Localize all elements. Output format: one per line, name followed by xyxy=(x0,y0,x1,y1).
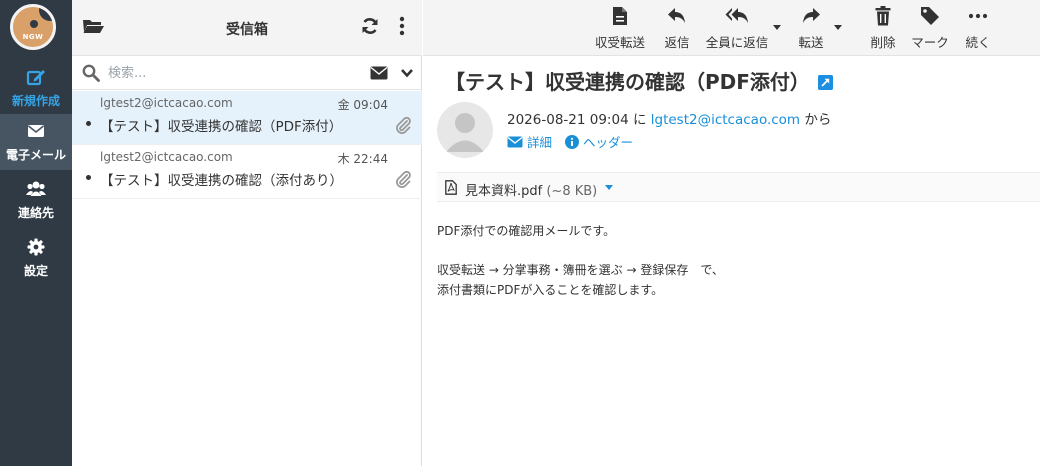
more-horizontal-icon xyxy=(968,13,988,19)
message-date-full: 2026-08-21 09:04 xyxy=(507,112,629,128)
message-row[interactable]: lgtest2@ictcacao.com 木 22:44 【テスト】収受連携の確… xyxy=(72,145,422,199)
envelope-icon xyxy=(507,136,523,148)
reply-label: 返信 xyxy=(664,35,690,50)
message-subject-heading: 【テスト】収受連携の確認（PDF添付） xyxy=(445,70,810,94)
sender-avatar xyxy=(437,102,493,158)
attachment-dropdown-caret-icon[interactable] xyxy=(605,185,613,191)
logo-text: NGW xyxy=(22,33,44,41)
unread-bullet xyxy=(86,175,91,180)
message-subject: 【テスト】収受連携の確認（添付あり） xyxy=(100,173,343,189)
delete-button[interactable]: 削除 xyxy=(867,6,899,50)
mail-icon xyxy=(28,125,44,137)
more-actions-button[interactable]: 続く xyxy=(961,6,995,50)
more-vertical-icon[interactable] xyxy=(394,16,410,36)
message-subject: 【テスト】収受連携の確認（PDF添付） xyxy=(100,119,343,135)
message-date: 金 09:04 xyxy=(337,98,388,112)
nav-settings[interactable]: 設定 xyxy=(0,230,72,286)
reply-all-icon xyxy=(725,8,748,23)
message-toolbar: 収受転送 返信 全員に返信 転送 削除 マーク 続く xyxy=(423,0,1040,56)
forward-dropdown-caret-icon[interactable] xyxy=(834,25,842,31)
sender-email-link[interactable]: lgtest2@ictcacao.com xyxy=(651,112,800,128)
message-list-panel: 受信箱 lgtest2@ictcacao.com 金 09:04 【テスト】収受… xyxy=(72,0,422,466)
mark-button[interactable]: マーク xyxy=(909,6,951,50)
message-sender: lgtest2@ictcacao.com xyxy=(100,96,233,110)
info-icon xyxy=(565,135,579,149)
attachment-size: (~8 KB) xyxy=(546,184,598,199)
paperclip-icon xyxy=(396,116,411,134)
app-logo[interactable]: NGW xyxy=(10,4,56,50)
body-line: 添付書類にPDFが入ることを確認します。 xyxy=(437,282,664,297)
list-header: 受信箱 xyxy=(72,0,422,56)
refresh-icon[interactable] xyxy=(360,16,380,36)
left-navigation: NGW 新規作成 電子メール 連絡先 設定 xyxy=(0,0,72,466)
chevron-down-icon[interactable] xyxy=(400,67,414,79)
reply-all-button[interactable]: 全員に返信 xyxy=(703,6,771,50)
paperclip-icon xyxy=(396,170,411,188)
message-row[interactable]: lgtest2@ictcacao.com 金 09:04 【テスト】収受連携の確… xyxy=(72,91,422,145)
reading-pane: 収受転送 返信 全員に返信 転送 削除 マーク 続く 【テスト】収受連携の確認（… xyxy=(423,0,1040,466)
trash-icon xyxy=(875,6,891,26)
reply-icon xyxy=(668,8,685,23)
search-bar xyxy=(72,56,422,90)
attachment-link[interactable]: 見本資料.pdf (~8 KB) xyxy=(465,180,597,199)
details-link[interactable]: 詳細 xyxy=(507,132,552,151)
body-line: 収受転送 → 分掌事務・簿冊を選ぶ → 登録保存 で、 xyxy=(437,263,724,277)
message-sender: lgtest2@ictcacao.com xyxy=(100,150,233,164)
attachment-name: 見本資料.pdf xyxy=(465,184,543,199)
forward-button[interactable]: 転送 xyxy=(795,6,827,50)
nav-settings-label: 設定 xyxy=(23,264,48,278)
search-icon[interactable] xyxy=(82,64,100,82)
details-label: 詳細 xyxy=(526,135,552,150)
from-suffix: から xyxy=(804,112,832,128)
attachment-bar: 見本資料.pdf (~8 KB) xyxy=(437,172,1040,202)
tag-icon xyxy=(921,7,939,25)
receive-forward-button[interactable]: 収受転送 xyxy=(591,6,649,50)
reply-button[interactable]: 返信 xyxy=(661,6,693,50)
nav-compose[interactable]: 新規作成 xyxy=(0,60,72,116)
document-icon xyxy=(613,7,627,25)
headers-link[interactable]: ヘッダー xyxy=(565,132,633,151)
nav-contacts-label: 連絡先 xyxy=(17,206,54,220)
search-input[interactable] xyxy=(106,62,356,84)
nav-mail-label: 電子メール xyxy=(5,148,66,162)
envelope-filter-icon[interactable] xyxy=(370,66,388,80)
forward-label: 転送 xyxy=(798,35,824,50)
contacts-icon xyxy=(26,181,46,196)
body-line: PDF添付での確認用メールです。 xyxy=(437,224,616,238)
body-line xyxy=(437,242,724,262)
message-body: PDF添付での確認用メールです。 収受転送 → 分掌事務・簿冊を選ぶ → 登録保… xyxy=(437,222,724,300)
mark-label: マーク xyxy=(911,35,949,50)
nav-contacts[interactable]: 連絡先 xyxy=(0,172,72,228)
more-actions-label: 続く xyxy=(965,35,991,50)
receive-forward-label: 収受転送 xyxy=(594,35,645,50)
compose-icon xyxy=(26,70,45,86)
nav-mail[interactable]: 電子メール xyxy=(0,114,72,170)
pdf-file-icon xyxy=(445,180,457,195)
open-in-new-window-icon[interactable] xyxy=(818,75,833,90)
delete-label: 削除 xyxy=(870,35,896,50)
gear-icon xyxy=(27,238,45,256)
headers-label: ヘッダー xyxy=(582,135,633,150)
unread-bullet xyxy=(86,121,91,126)
reply-all-label: 全員に返信 xyxy=(705,35,769,50)
message-meta: 2026-08-21 09:04 に lgtest2@ictcacao.com … xyxy=(507,108,831,128)
reply-all-dropdown-caret-icon[interactable] xyxy=(773,25,781,31)
forward-icon xyxy=(803,8,820,23)
date-suffix: に xyxy=(632,112,647,128)
message-date: 木 22:44 xyxy=(337,152,388,166)
nav-compose-label: 新規作成 xyxy=(11,94,60,108)
